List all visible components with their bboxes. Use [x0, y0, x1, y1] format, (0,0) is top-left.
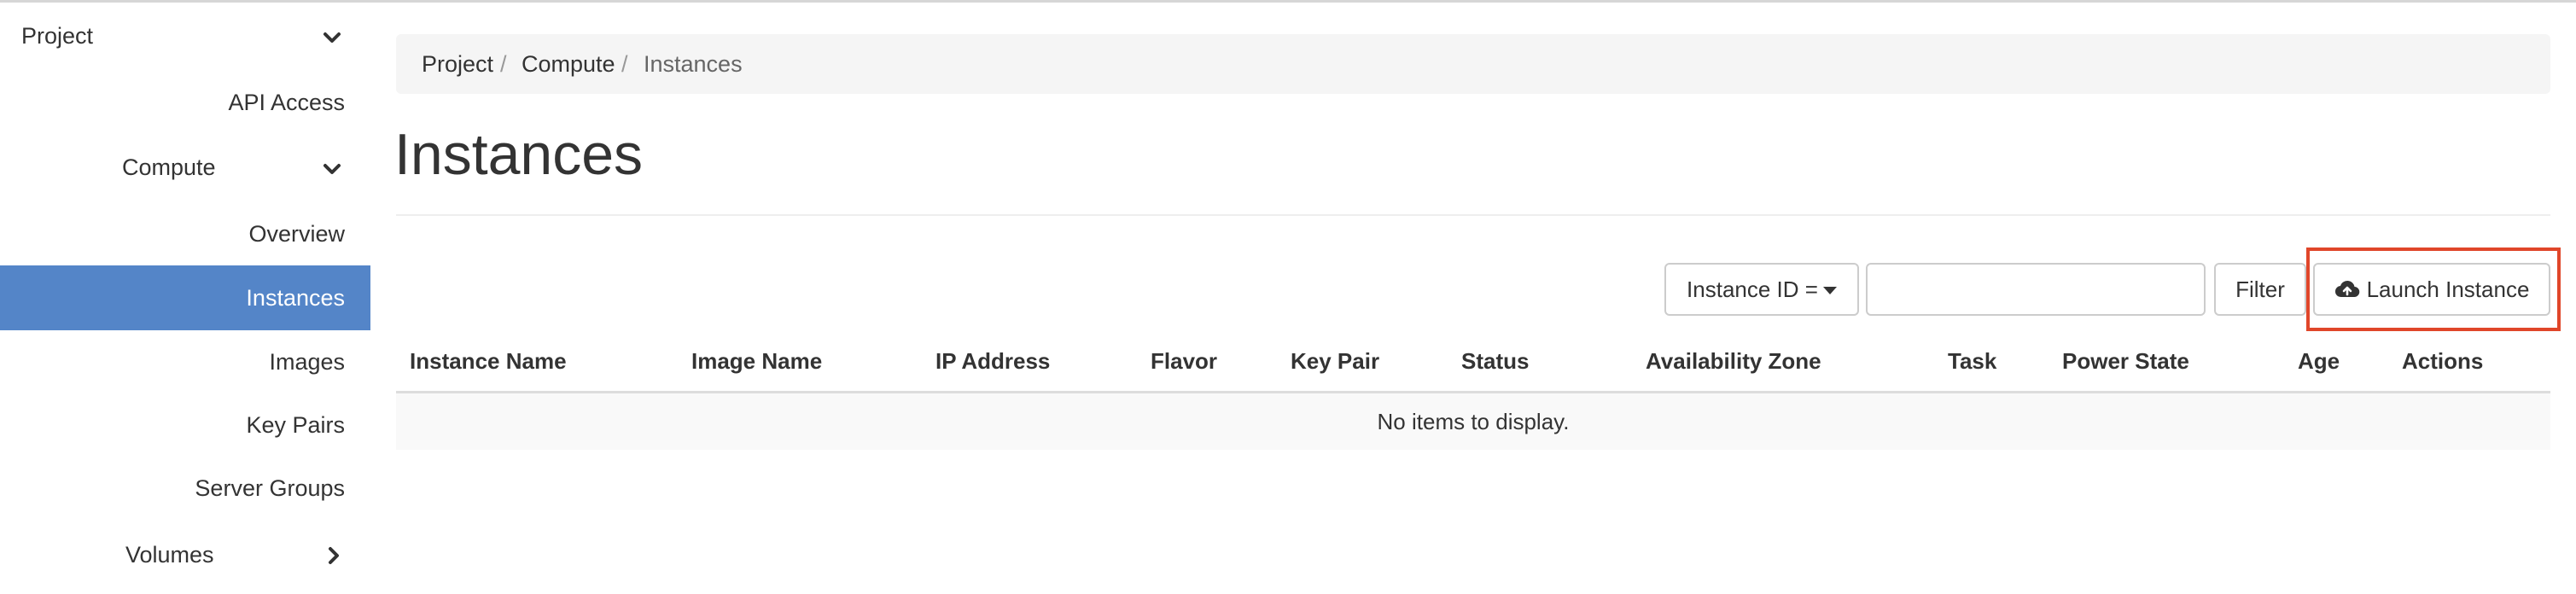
- sidebar-item-label: Images: [269, 349, 345, 375]
- filter-input[interactable]: [1866, 263, 2206, 316]
- launch-instance-label: Launch Instance: [2366, 276, 2530, 302]
- filter-button-label: Filter: [2235, 276, 2285, 302]
- sidebar-item-label: Server Groups: [195, 475, 345, 501]
- sidebar-item-label: Key Pairs: [246, 412, 345, 438]
- chevron-right-icon: [324, 546, 343, 565]
- sidebar-item-api-access[interactable]: API Access: [0, 69, 370, 132]
- caret-down-icon: [1822, 286, 1837, 294]
- sidebar: Project API Access Compute Overview Inst…: [0, 3, 370, 594]
- sidebar-item-label: API Access: [228, 90, 345, 115]
- breadcrumb-item-compute[interactable]: Compute: [522, 51, 615, 78]
- page-title: Instances: [394, 122, 644, 187]
- empty-message: No items to display.: [1377, 408, 1570, 434]
- filter-field-label: Instance ID =: [1687, 276, 1818, 302]
- column-header-actions: Actions: [2402, 348, 2484, 374]
- title-divider: [396, 214, 2550, 216]
- column-header-image-name[interactable]: Image Name: [691, 348, 822, 375]
- breadcrumb-separator: /: [621, 51, 628, 77]
- sidebar-item-images[interactable]: Images: [0, 330, 370, 393]
- window-top-rule: [0, 0, 2576, 3]
- sidebar-item-project[interactable]: Project: [0, 3, 370, 69]
- sidebar-item-overview[interactable]: Overview: [0, 201, 370, 265]
- breadcrumb-separator: /: [500, 51, 507, 77]
- breadcrumb: Project / Compute / Instances: [396, 34, 2550, 94]
- column-header-ip-address[interactable]: IP Address: [935, 348, 1050, 375]
- chevron-down-icon: [323, 28, 341, 47]
- filter-field-dropdown[interactable]: Instance ID =: [1664, 263, 1859, 316]
- sidebar-item-label: Instances: [246, 285, 345, 311]
- sidebar-item-label: Volumes: [125, 542, 214, 568]
- sidebar-item-label: Overview: [248, 221, 345, 247]
- breadcrumb-item-instances: Instances: [644, 51, 743, 77]
- breadcrumb-item-project[interactable]: Project: [422, 51, 493, 78]
- filter-button[interactable]: Filter: [2214, 263, 2306, 316]
- sidebar-item-label: Project: [21, 23, 94, 49]
- sidebar-item-instances[interactable]: Instances: [0, 265, 370, 330]
- column-header-instance-name[interactable]: Instance Name: [410, 348, 567, 375]
- sidebar-item-compute[interactable]: Compute: [0, 132, 370, 201]
- column-header-task[interactable]: Task: [1948, 348, 1996, 375]
- launch-instance-button[interactable]: Launch Instance: [2313, 263, 2550, 316]
- cloud-upload-icon: [2334, 280, 2359, 298]
- table-header: Instance Name Image Name IP Address Flav…: [396, 341, 2550, 393]
- chevron-down-icon: [323, 160, 341, 178]
- column-header-flavor[interactable]: Flavor: [1151, 348, 1217, 375]
- column-header-availability-zone[interactable]: Availability Zone: [1646, 348, 1821, 375]
- column-header-key-pair[interactable]: Key Pair: [1291, 348, 1379, 375]
- column-header-power-state[interactable]: Power State: [2062, 348, 2189, 375]
- sidebar-item-volumes[interactable]: Volumes: [0, 521, 370, 594]
- sidebar-item-key-pairs[interactable]: Key Pairs: [0, 393, 370, 457]
- column-header-age[interactable]: Age: [2298, 348, 2340, 375]
- sidebar-item-label: Compute: [122, 154, 216, 180]
- table-empty-row: No items to display.: [396, 393, 2550, 450]
- column-header-status[interactable]: Status: [1461, 348, 1529, 375]
- sidebar-item-server-groups[interactable]: Server Groups: [0, 457, 370, 521]
